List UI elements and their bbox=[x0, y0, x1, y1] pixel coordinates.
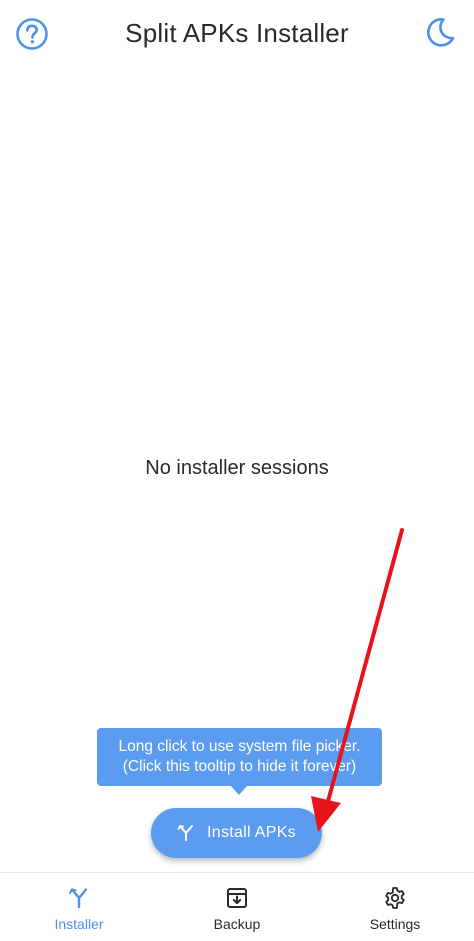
empty-state-message: No installer sessions bbox=[145, 457, 329, 479]
nav-label-settings: Settings bbox=[369, 916, 421, 932]
nav-label-installer: Installer bbox=[54, 916, 104, 932]
app-title: Split APKs Installer bbox=[125, 18, 349, 48]
gear-icon bbox=[383, 886, 407, 910]
nav-item-settings[interactable]: Settings bbox=[316, 873, 474, 941]
theme-toggle-button[interactable] bbox=[422, 14, 458, 50]
nav-item-installer[interactable]: Installer bbox=[0, 873, 158, 941]
tooltip-line-2: (Click this tooltip to hide it forever) bbox=[122, 758, 357, 775]
moon-icon bbox=[427, 18, 455, 47]
top-bar: Split APKs Installer bbox=[0, 0, 474, 70]
nav-item-backup[interactable]: Backup bbox=[158, 873, 316, 941]
split-icon bbox=[67, 886, 91, 910]
archive-download-icon bbox=[225, 886, 249, 910]
tooltip-line-1: Long click to use system file picker. bbox=[118, 738, 361, 755]
nav-label-backup: Backup bbox=[213, 916, 261, 932]
file-picker-tooltip[interactable]: Long click to use system file picker. (C… bbox=[97, 728, 382, 786]
install-apks-button[interactable]: Install APKs bbox=[151, 808, 322, 858]
split-icon bbox=[177, 824, 195, 842]
bottom-navigation: Installer Backup Settings bbox=[0, 872, 474, 941]
install-apks-label: Install APKs bbox=[207, 824, 296, 841]
tooltip-pointer bbox=[230, 785, 248, 795]
app-screen: Split APKs Installer No installer sessio… bbox=[0, 0, 474, 941]
